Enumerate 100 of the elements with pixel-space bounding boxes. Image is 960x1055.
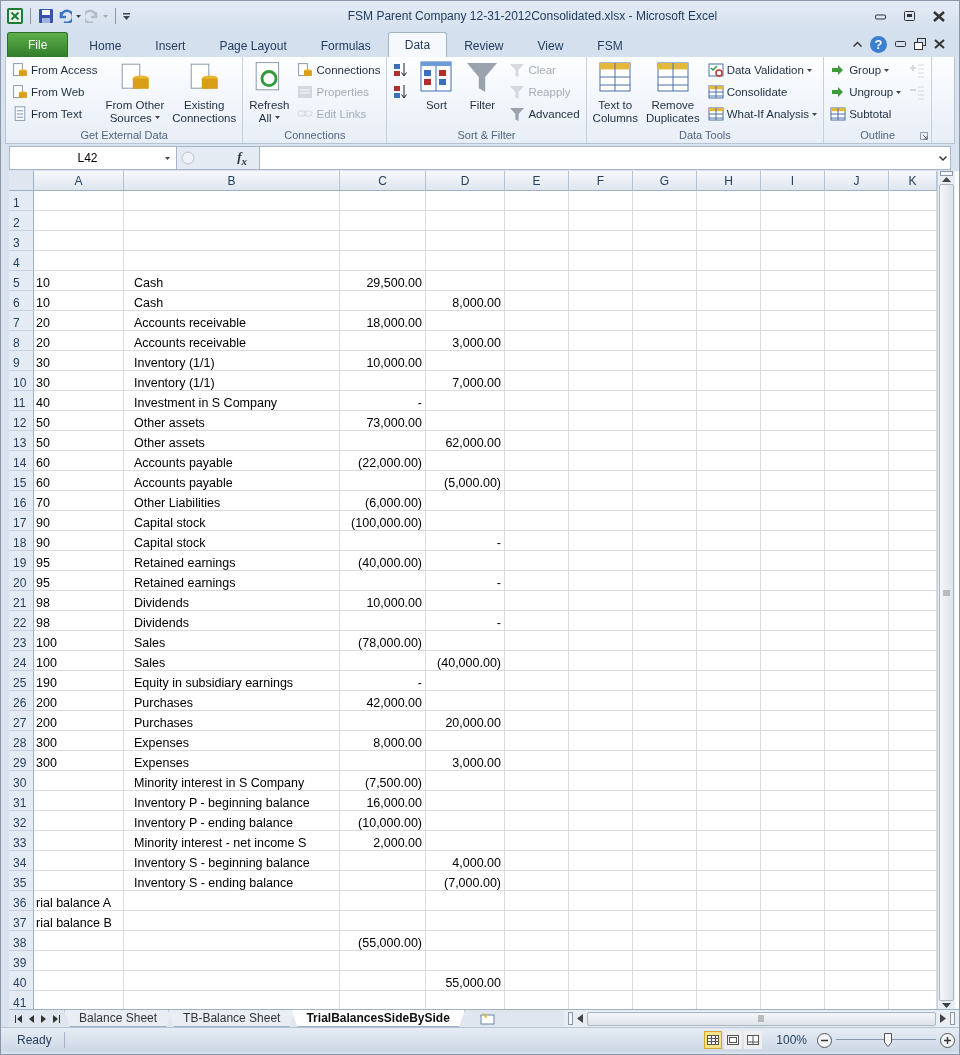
ribbon-button[interactable]: Existing Connections <box>169 59 240 123</box>
minimize-icon[interactable] <box>895 41 906 47</box>
zoom-slider[interactable] <box>836 1033 936 1047</box>
column-header[interactable]: I <box>761 171 825 191</box>
ribbon-button[interactable]: Subtotal <box>827 103 905 125</box>
ribbon-button[interactable]: From Text <box>9 103 101 125</box>
column-header[interactable]: B <box>124 171 340 191</box>
scroll-left-icon[interactable] <box>576 1014 583 1023</box>
previous-sheet-icon[interactable] <box>29 1014 34 1023</box>
ribbon-button[interactable]: Ungroup <box>827 81 905 103</box>
row-header[interactable]: 9 <box>9 351 34 371</box>
ribbon-tab[interactable]: View <box>520 34 581 57</box>
row-header[interactable]: 38 <box>9 931 34 951</box>
ribbon-tab[interactable]: Review <box>447 34 521 57</box>
slider-thumb-icon[interactable] <box>884 1033 892 1047</box>
ribbon-button[interactable]: Refresh All <box>246 59 293 123</box>
row-header[interactable]: 29 <box>9 751 34 771</box>
row-header[interactable]: 13 <box>9 431 34 451</box>
column-header[interactable]: D <box>426 171 505 191</box>
sheet-tab[interactable]: TrialBalancesSideBySide <box>291 1010 465 1027</box>
scrollbar-thumb[interactable] <box>586 1011 936 1026</box>
ribbon-button[interactable]: From Web <box>9 81 101 103</box>
row-header[interactable]: 26 <box>9 691 34 711</box>
column-header[interactable]: F <box>569 171 633 191</box>
row-header[interactable]: 3 <box>9 231 34 251</box>
row-header[interactable]: 25 <box>9 671 34 691</box>
close-icon[interactable] <box>933 10 945 22</box>
first-sheet-icon[interactable] <box>15 1014 22 1023</box>
column-header[interactable]: H <box>697 171 761 191</box>
row-header[interactable]: 5 <box>9 271 34 291</box>
row-header[interactable]: 1 <box>9 191 34 211</box>
normal-view-button[interactable] <box>704 1031 723 1049</box>
name-box[interactable]: L42 <box>9 146 177 170</box>
dialog-launcher-icon[interactable] <box>920 132 929 140</box>
ribbon-button[interactable]: From Access <box>9 59 101 81</box>
column-header[interactable]: J <box>825 171 889 191</box>
column-header[interactable]: C <box>340 171 426 191</box>
scrollbar-thumb[interactable] <box>939 184 954 1001</box>
row-header[interactable]: 8 <box>9 331 34 351</box>
row-header[interactable]: 6 <box>9 291 34 311</box>
column-header[interactable]: A <box>34 171 124 191</box>
row-header[interactable]: 16 <box>9 491 34 511</box>
row-header[interactable]: 27 <box>9 711 34 731</box>
ribbon-button[interactable]: Connections <box>294 59 384 81</box>
maximize-icon[interactable] <box>904 11 915 21</box>
save-icon[interactable] <box>38 8 54 24</box>
zoom-in-icon[interactable] <box>940 1032 955 1048</box>
row-header[interactable]: 19 <box>9 551 34 571</box>
row-header[interactable]: 15 <box>9 471 34 491</box>
ribbon-button[interactable]: Advanced <box>506 103 583 125</box>
row-header[interactable]: 10 <box>9 371 34 391</box>
row-header[interactable]: 18 <box>9 531 34 551</box>
row-header[interactable]: 40 <box>9 971 34 991</box>
ribbon-button[interactable]: What-If Analysis <box>704 103 821 125</box>
row-header[interactable]: 21 <box>9 591 34 611</box>
row-header[interactable]: 41 <box>9 991 34 1009</box>
ribbon-button[interactable]: Filter <box>460 59 505 123</box>
ribbon-button[interactable]: Remove Duplicates <box>642 59 703 123</box>
last-sheet-icon[interactable] <box>53 1014 60 1023</box>
ribbon-tab[interactable]: FSM <box>580 34 640 57</box>
column-header[interactable]: K <box>889 171 937 191</box>
sheet-tab[interactable]: TB-Balance Sheet <box>168 1010 296 1027</box>
ribbon-tab[interactable]: Page Layout <box>202 34 304 57</box>
ribbon-button[interactable]: From Other Sources <box>102 59 168 123</box>
customize-icon[interactable] <box>123 12 130 20</box>
column-header[interactable]: G <box>633 171 697 191</box>
formula-input[interactable] <box>259 146 951 170</box>
row-header[interactable]: 37 <box>9 911 34 931</box>
row-header[interactable]: 2 <box>9 211 34 231</box>
caret-icon[interactable] <box>76 14 81 18</box>
row-header[interactable]: 35 <box>9 871 34 891</box>
page-break-button[interactable] <box>744 1031 763 1049</box>
row-header[interactable]: 34 <box>9 851 34 871</box>
page-layout-button[interactable] <box>724 1031 743 1049</box>
ribbon-tab[interactable]: Data <box>387 32 448 57</box>
row-header[interactable]: 12 <box>9 411 34 431</box>
column-header[interactable]: E <box>505 171 569 191</box>
row-header[interactable]: 24 <box>9 651 34 671</box>
next-sheet-icon[interactable] <box>41 1014 46 1023</box>
ribbon-tab[interactable]: Formulas <box>303 34 388 57</box>
row-header[interactable]: 4 <box>9 251 34 271</box>
row-header[interactable]: 39 <box>9 951 34 971</box>
row-header[interactable]: 31 <box>9 791 34 811</box>
row-header[interactable]: 33 <box>9 831 34 851</box>
row-header[interactable]: 23 <box>9 631 34 651</box>
row-header[interactable]: 20 <box>9 571 34 591</box>
expand-icon[interactable] <box>939 155 947 161</box>
help-button[interactable]: ? <box>870 35 887 53</box>
ribbon-tab[interactable]: File <box>7 32 69 57</box>
undo-icon[interactable] <box>58 9 72 23</box>
ribbon-button[interactable]: Group <box>827 59 905 81</box>
row-header[interactable]: 32 <box>9 811 34 831</box>
collapse-ribbon-icon[interactable] <box>853 41 862 47</box>
scroll-up-icon[interactable] <box>942 176 951 182</box>
ribbon-button[interactable]: Text to Columns <box>589 59 641 123</box>
row-header[interactable]: 28 <box>9 731 34 751</box>
row-header[interactable]: 36 <box>9 891 34 911</box>
minimize-icon[interactable] <box>875 12 886 20</box>
ribbon-button[interactable]: Sort <box>414 59 459 123</box>
row-header[interactable]: 14 <box>9 451 34 471</box>
